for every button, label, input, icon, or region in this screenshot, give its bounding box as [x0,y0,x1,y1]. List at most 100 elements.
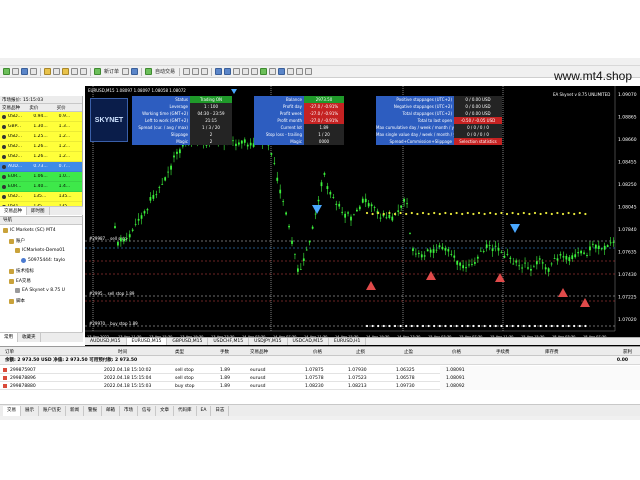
terminal-column-header[interactable]: 止盈 [404,349,413,355]
expert-icon [15,288,20,293]
navigator-icon[interactable] [62,68,69,75]
navigator-item[interactable]: 50975444: taylo [21,258,65,263]
dropdown-icon[interactable] [12,68,19,75]
signal-dot [438,324,441,328]
order-row[interactable]: 299875907 2022.04.18 15:10:02 sell stop 1.8… [0,366,640,374]
chart-tab[interactable]: EURUSD,M15 [126,338,168,345]
tab-favorites[interactable]: 收藏夹 [18,333,41,342]
autoscroll-icon[interactable] [242,68,250,75]
line-chart-icon[interactable] [201,68,209,75]
terminal-icon[interactable] [71,68,78,75]
dropdown-icon[interactable] [30,68,37,75]
column-ask[interactable]: 买价 [55,105,82,111]
candle-body [412,248,414,252]
candle-body [589,246,591,251]
navigator-item[interactable]: EA交易 [9,278,31,284]
tester-icon[interactable] [80,68,87,75]
tab-tick-chart[interactable]: 即时图 [27,207,50,215]
dropdown-icon[interactable] [269,68,277,75]
terminal-tab[interactable]: 警报 [84,405,102,416]
signals-icon[interactable] [131,68,139,75]
terminal-column-header[interactable]: 交易品种 [250,349,268,355]
templates-icon[interactable] [296,68,304,75]
navigator-item[interactable]: ICMarkets-Demo01 [15,248,65,253]
autotrade-icon[interactable] [145,68,153,75]
metaeditor-icon[interactable] [122,68,130,75]
terminal-tab[interactable]: 交易 [3,405,21,416]
navigator-item[interactable]: IC Markets (SC) MT4 [3,228,56,233]
candle-body [515,260,518,263]
zoom-out-icon[interactable] [224,68,232,75]
column-bid[interactable]: 卖价 [27,105,54,111]
terminal-tab[interactable]: EA [197,405,212,416]
navigator-item[interactable]: 脚本 [9,298,25,304]
terminal-column-header[interactable]: 获利 [623,349,632,355]
profiles-icon[interactable] [21,68,28,75]
panel-value: 2 [190,131,232,138]
chart-tab[interactable]: USDJPY,M15 [249,338,288,345]
terminal-column-header[interactable]: 价格 [313,349,322,355]
order-row[interactable]: 299878880 2022.04.18 15:15:03 buy stop 1.89… [0,382,640,390]
terminal-column-header[interactable]: 手数 [220,349,229,355]
terminal-tab[interactable]: 日志 [211,405,230,416]
terminal-tab[interactable]: 文章 [156,405,174,416]
terminal-tab[interactable]: 邮箱 [102,405,120,416]
autotrade-button[interactable]: 自动交易 [154,68,176,75]
market-row[interactable]: USD... 1.26... 1.2... [0,142,82,152]
periods-icon[interactable] [278,68,286,75]
terminal-tab[interactable]: 代码库 [174,405,197,416]
chart-shift-icon[interactable] [251,68,259,75]
terminal-tab[interactable]: 新闻 [66,405,84,416]
new-order-button[interactable]: 新订单 [103,68,120,75]
chart-info-line: EURUSD,M15 1.08097 1.08097 1.08058 1.080… [88,88,186,93]
navigator-item[interactable]: 技术指标 [9,268,34,274]
terminal-column-header[interactable]: 订单 [5,349,14,355]
panel-column: Positive stoppages (UTC+2) 0 / 0.00 USD Ne… [376,96,502,145]
new-chart-icon[interactable] [3,68,10,75]
panel-row: Spread+Commission+Slippage Selection stat… [376,138,502,145]
navigator-item[interactable]: EA Skynet v 8.75 U [15,288,65,293]
chart-tab[interactable]: EURUSD,H1 [329,338,367,345]
dropdown-icon[interactable] [305,68,313,75]
market-row[interactable]: AUD... 0.73... 0.7... [0,162,82,172]
price-tick-label: 1.08865 [618,115,637,121]
order-row[interactable]: 299878896 2022.04.18 15:15:04 sell stop 1.8… [0,374,640,382]
column-symbol[interactable]: 交易品种 [0,105,27,111]
tab-symbols[interactable]: 交易品种 [0,207,27,215]
market-row[interactable]: EUR... 1.40... 1.4... [0,182,82,192]
terminal-column-header[interactable]: 价格 [452,349,461,355]
dropdown-icon[interactable] [287,68,295,75]
candle-body [574,254,577,258]
market-row[interactable]: USD... 135... 135... [0,192,82,202]
terminal-column-header[interactable]: 止损 [356,349,365,355]
candle-body [547,268,550,272]
terminal-column-header[interactable]: 时间 [118,349,127,355]
chart-tab[interactable]: USDCHF,M15 [208,338,250,345]
indicators-icon[interactable] [260,68,268,75]
chart-tab[interactable]: GBPUSD,M15 [167,338,209,345]
terminal-tab[interactable]: 信号 [138,405,156,416]
candle-chart-icon[interactable] [192,68,200,75]
chart-tab[interactable]: USDCAD,M15 [288,338,329,345]
market-watch-icon[interactable] [44,68,51,75]
market-row[interactable]: USD... 0.94... 0.9... [0,112,82,122]
bar-chart-icon[interactable] [183,68,191,75]
market-row[interactable]: USD... 1.26... 1.2... [0,152,82,162]
terminal-column-header[interactable]: 手续费 [496,349,510,355]
chart-tab[interactable]: AUDUSD,M15 [85,338,127,345]
market-row[interactable]: EUR... 1.06... 1.0... [0,172,82,182]
market-row[interactable]: USD... 1.25... 1.2... [0,132,82,142]
new-order-icon[interactable] [94,68,101,75]
symbol-ask: 1.2... [58,134,71,139]
terminal-tab[interactable]: 账户历史 [39,405,66,416]
navigator-item[interactable]: 账户 [9,238,25,244]
tile-windows-icon[interactable] [233,68,241,75]
zoom-in-icon[interactable] [215,68,223,75]
tab-common[interactable]: 常用 [0,333,18,342]
terminal-tab[interactable]: 市场 [120,405,138,416]
market-row[interactable]: GBP... 1.30... 1.3... [0,122,82,132]
data-window-icon[interactable] [53,68,60,75]
terminal-column-header[interactable]: 类型 [175,349,184,355]
terminal-tab[interactable]: 展示 [21,405,39,416]
terminal-column-header[interactable]: 库存费 [545,349,559,355]
